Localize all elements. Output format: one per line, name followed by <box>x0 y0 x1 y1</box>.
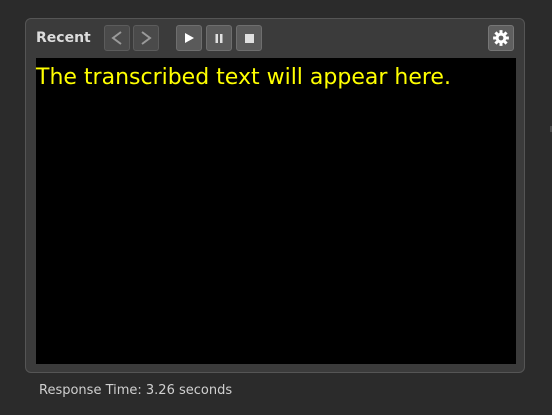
play-icon <box>185 33 194 43</box>
previous-button[interactable] <box>104 25 130 51</box>
settings-button[interactable] <box>488 25 514 51</box>
play-button[interactable] <box>176 25 202 51</box>
transcription-panel: Recent The transcribed text will appear … <box>25 18 525 373</box>
toolbar: Recent <box>26 19 524 57</box>
transcript-display: The transcribed text will appear here. <box>36 58 516 364</box>
next-button[interactable] <box>133 25 159 51</box>
transcript-text: The transcribed text will appear here. <box>36 65 451 90</box>
chevron-left-icon <box>111 31 122 45</box>
pause-button[interactable] <box>206 25 232 51</box>
recent-label: Recent <box>36 30 91 46</box>
pause-icon <box>215 33 223 43</box>
chevron-right-icon <box>141 31 152 45</box>
response-time-status: Response Time: 3.26 seconds <box>39 383 233 398</box>
stop-icon <box>244 33 254 43</box>
gear-icon <box>493 30 509 46</box>
stop-button[interactable] <box>236 25 262 51</box>
